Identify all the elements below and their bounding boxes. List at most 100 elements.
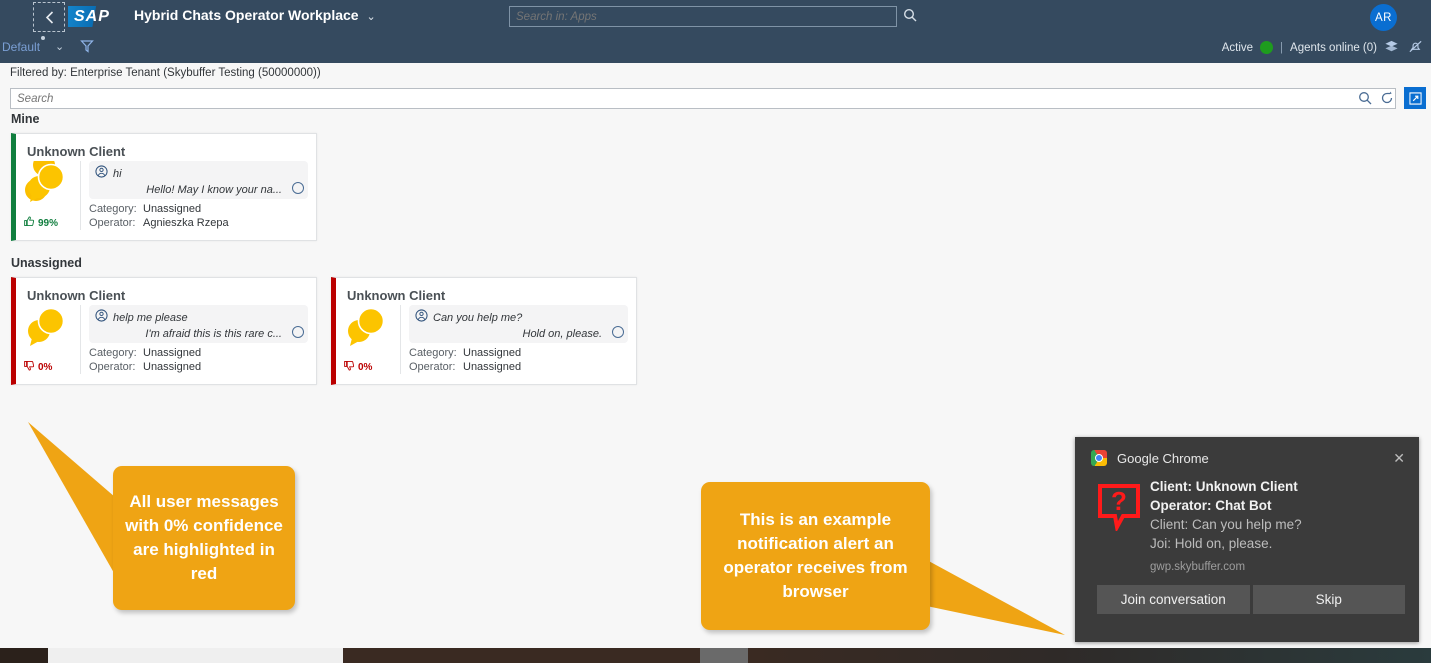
avatar-initials: AR <box>1375 11 1392 24</box>
outgoing-message-text: Hold on, please. <box>522 328 603 340</box>
operator-value: Unassigned <box>143 361 202 373</box>
person-icon <box>415 309 428 327</box>
refresh-icon[interactable] <box>1380 91 1394 110</box>
full-screen-button[interactable] <box>1404 87 1426 109</box>
category-row: Category: Unassigned <box>409 346 628 360</box>
chat-card-body: 0% <box>16 303 316 374</box>
status-separator: | <box>1280 41 1284 54</box>
chat-card[interactable]: Unknown Client <box>11 133 317 241</box>
chat-bubbles-icon <box>344 307 390 353</box>
chevron-down-icon[interactable]: ⌄ <box>55 40 64 53</box>
incoming-message-text: help me please <box>113 312 188 324</box>
chat-card-left: 99% <box>22 154 80 230</box>
outgoing-message-text: Hello! May I know your na... <box>146 184 282 196</box>
chat-card-meta: Category: Unassigned Operator: Agnieszka R… <box>89 202 308 230</box>
incoming-message-text: hi <box>113 168 122 180</box>
card-row: Unknown Client <box>11 133 1431 241</box>
chat-bubbles-icon <box>24 307 70 353</box>
group-mine: Mine Unknown Client 99% hi Hello! May I … <box>0 112 1431 241</box>
layers-icon[interactable] <box>1384 39 1399 59</box>
notification-message-line-1: Client: Can you help me? <box>1150 517 1302 532</box>
unread-circle-icon[interactable] <box>612 326 624 338</box>
agents-online-label: Agents online (0) <box>1290 41 1377 54</box>
chrome-notification-header: Google Chrome ✕ <box>1075 437 1419 466</box>
incoming-message: help me please <box>95 309 302 327</box>
chat-card-right: Can you help me? Hold on, please. Catego… <box>400 305 636 374</box>
variant-selector[interactable]: Default <box>2 36 46 54</box>
operator-value: Unassigned <box>463 361 522 373</box>
category-label: Category: <box>89 203 137 215</box>
operator-label: Operator: <box>89 217 136 229</box>
app-title[interactable]: Hybrid Chats Operator Workplace ⌄ <box>134 7 376 23</box>
search-icon[interactable] <box>1358 91 1372 110</box>
confidence-value: 0% <box>358 361 373 373</box>
back-arrow-icon <box>45 10 53 24</box>
variant-modified-dot <box>41 36 46 40</box>
thumbs-down-icon <box>344 360 355 374</box>
full-screen-icon <box>1408 91 1422 105</box>
confidence-value: 99% <box>38 217 59 229</box>
operator-row: Operator: Unassigned <box>89 360 308 374</box>
close-icon[interactable]: ✕ <box>1393 451 1405 465</box>
avatar[interactable]: AR <box>1370 4 1397 31</box>
operator-value: Agnieszka Rzepa <box>143 217 229 229</box>
taskbar-segment <box>48 648 343 663</box>
thumbs-down-icon <box>24 360 35 374</box>
search-input[interactable] <box>10 88 1396 109</box>
message-preview: Can you help me? Hold on, please. <box>409 305 628 343</box>
category-row: Category: Unassigned <box>89 346 308 360</box>
chat-card[interactable]: Unknown Client <box>331 277 637 385</box>
skip-button[interactable]: Skip <box>1252 585 1405 614</box>
chrome-notification[interactable]: Google Chrome ✕ ? Client: Unknown Client… <box>1075 437 1419 642</box>
chat-card-body: 99% hi Hello! May I know your na... Cate… <box>16 154 316 230</box>
shell-search-input[interactable] <box>509 6 897 27</box>
chat-card-meta: Category: Unassigned Operator: Unassigned <box>409 346 628 374</box>
taskbar-segment <box>700 648 748 663</box>
callout-red-highlight: All user messages with 0% confidence are… <box>113 466 295 610</box>
shell-header-bottom-row: Default ⌄ Active | Agents online (0) <box>0 34 1431 63</box>
chrome-notification-actions: Join conversation Skip <box>1075 573 1419 614</box>
group-title: Mine <box>11 112 40 126</box>
chat-card-meta: Category: Unassigned Operator: Unassigned <box>89 346 308 374</box>
category-value: Unassigned <box>143 347 202 359</box>
join-conversation-button[interactable]: Join conversation <box>1097 585 1250 614</box>
operator-label: Operator: <box>89 361 136 373</box>
filter-icon[interactable] <box>80 39 94 58</box>
confidence-indicator: 0% <box>344 360 372 374</box>
chat-card-left: 0% <box>342 305 400 374</box>
filter-search-row <box>10 87 1426 110</box>
chat-card-client: Unknown Client <box>27 288 126 303</box>
card-row: Unknown Client <box>11 277 1431 385</box>
notification-client-line: Client: Unknown Client <box>1150 479 1298 494</box>
search-icon[interactable] <box>903 8 917 27</box>
unread-circle-icon[interactable] <box>292 182 304 194</box>
notification-origin: gwp.skybuffer.com <box>1150 561 1246 573</box>
chat-card-right: help me please I'm afraid this is this r… <box>80 305 316 374</box>
bell-off-icon[interactable] <box>1408 39 1423 59</box>
confidence-indicator: 99% <box>24 216 58 230</box>
filtered-by-label: Filtered by: Enterprise Tenant (Skybuffe… <box>10 67 321 79</box>
chrome-notification-body: ? Client: Unknown Client Operator: Chat … <box>1075 466 1419 573</box>
person-icon <box>95 165 108 183</box>
thumbs-up-icon <box>24 216 35 230</box>
shell-header-top-row: SAP Hybrid Chats Operator Workplace ⌄ AR <box>0 0 1431 34</box>
incoming-message: Can you help me? <box>415 309 622 327</box>
unread-circle-icon[interactable] <box>292 326 304 338</box>
category-value: Unassigned <box>143 203 202 215</box>
confidence-value: 0% <box>38 361 53 373</box>
question-mark-bubble-icon: ? <box>1097 477 1141 573</box>
back-button[interactable] <box>33 2 65 32</box>
status-indicator-dot <box>1260 41 1274 54</box>
callout-notification: This is an example notification alert an… <box>701 482 930 630</box>
category-value: Unassigned <box>463 347 522 359</box>
taskbar-segment <box>0 648 48 663</box>
app-title-text: Hybrid Chats Operator Workplace <box>134 7 359 23</box>
incoming-message: hi <box>95 165 302 183</box>
sap-logo[interactable]: SAP <box>68 6 126 27</box>
incoming-message-text: Can you help me? <box>433 312 523 324</box>
outgoing-message-text: I'm afraid this is this rare c... <box>145 328 282 340</box>
category-row: Category: Unassigned <box>89 202 308 216</box>
taskbar-segment <box>343 648 700 663</box>
svg-text:?: ? <box>1111 486 1127 516</box>
chat-card[interactable]: Unknown Client <box>11 277 317 385</box>
